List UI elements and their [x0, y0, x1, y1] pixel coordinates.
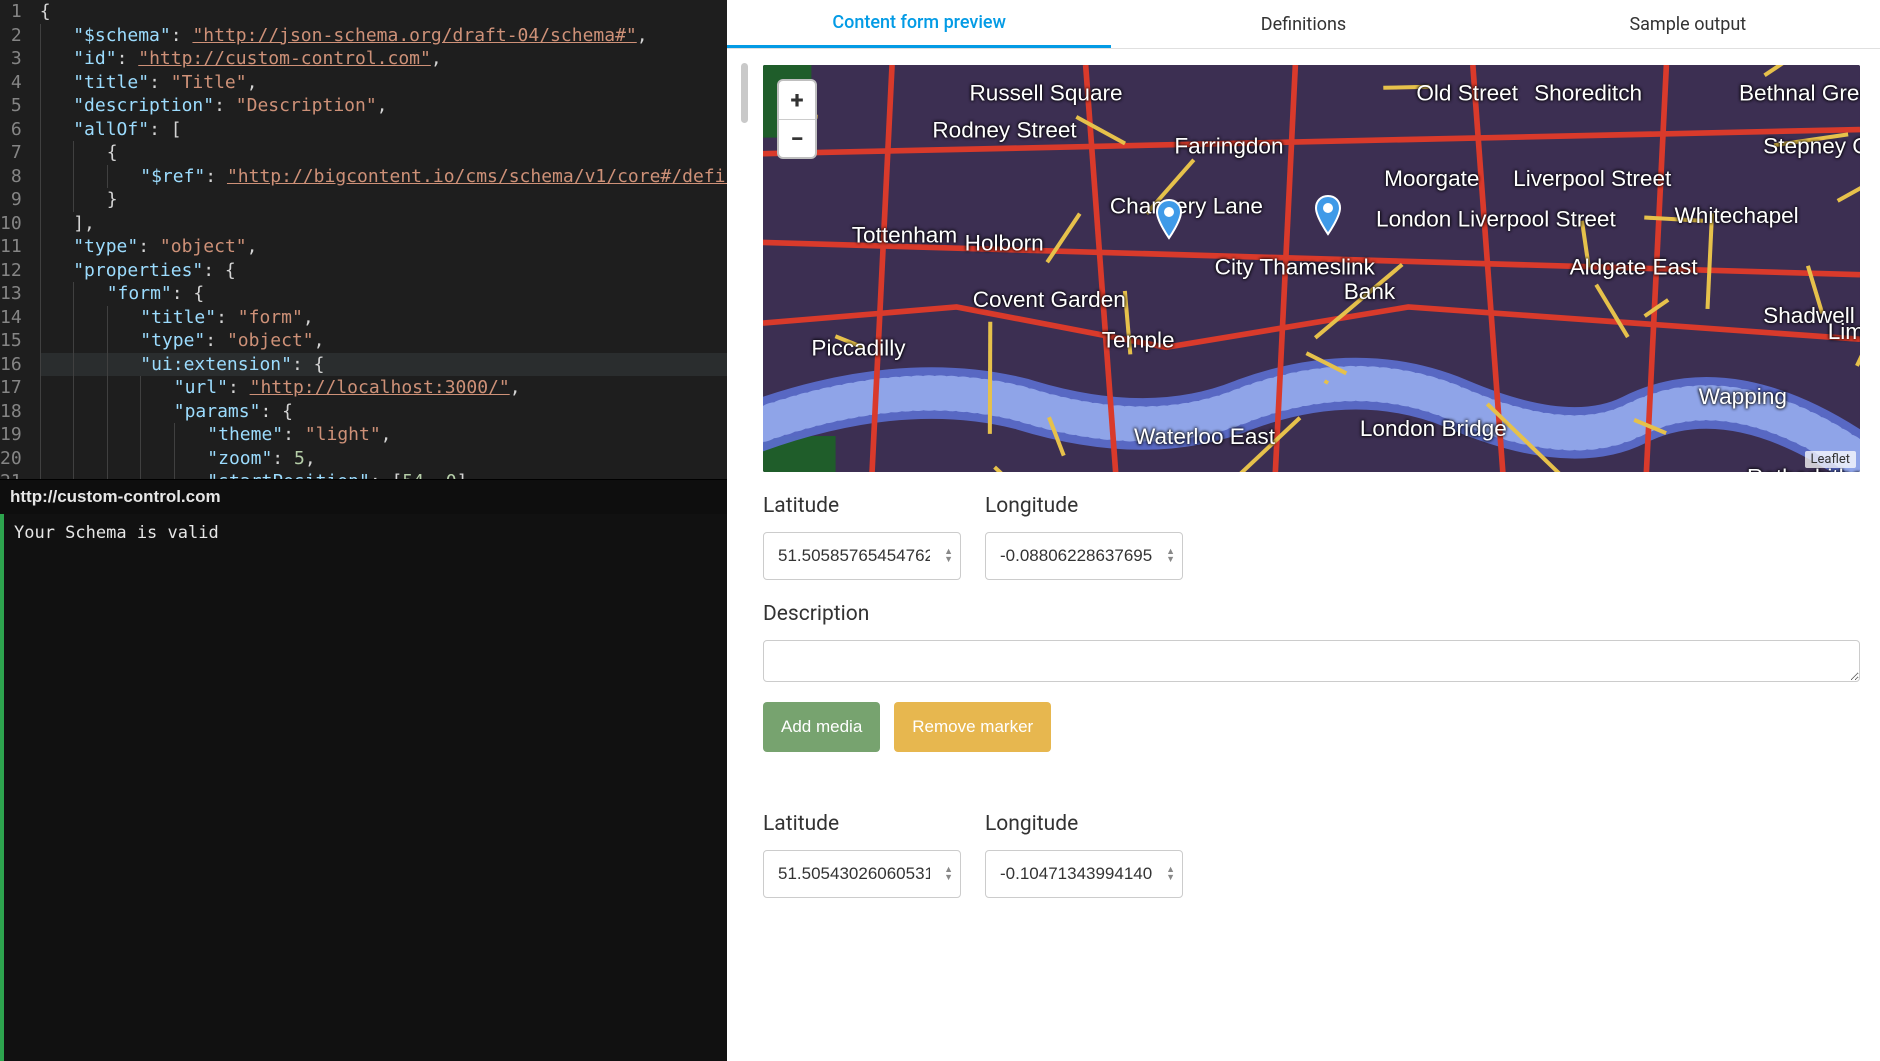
map-marker[interactable] [1313, 194, 1343, 236]
preview-pane: Content form preview Definitions Sample … [727, 0, 1880, 1061]
map-attribution: Leaflet [1805, 451, 1857, 468]
svg-text:Old Street: Old Street [1416, 80, 1518, 105]
svg-text:Shoreditch: Shoreditch [1534, 80, 1642, 105]
svg-text:Stepney Green: Stepney Green [1763, 134, 1860, 159]
svg-text:Chancery Lane: Chancery Lane [1110, 193, 1263, 218]
svg-text:Farringdon: Farringdon [1174, 134, 1283, 159]
preview-body: Holborn Russell Square Rodney Street Farrin… [727, 49, 1880, 1061]
svg-text:Aldgate East: Aldgate East [1570, 255, 1699, 280]
code-editor[interactable]: 1234567891011121314151617181920212223242… [0, 0, 727, 479]
longitude-input[interactable] [985, 850, 1183, 898]
latitude-label: Latitude [763, 494, 961, 518]
svg-text:London Bridge: London Bridge [1360, 416, 1507, 441]
svg-text:Whitechapel: Whitechapel [1674, 203, 1798, 228]
description-label: Description [763, 602, 1860, 626]
zoom-out-button[interactable]: − [779, 119, 815, 157]
longitude-input[interactable] [985, 532, 1183, 580]
svg-text:Temple: Temple [1102, 327, 1175, 352]
svg-text:Piccadilly: Piccadilly [811, 335, 906, 360]
svg-text:Covent Garden: Covent Garden [973, 287, 1126, 312]
tab-definitions[interactable]: Definitions [1111, 0, 1495, 48]
description-input[interactable] [763, 640, 1860, 682]
add-media-button[interactable]: Add media [763, 702, 880, 752]
longitude-label: Longitude [985, 494, 1183, 518]
svg-text:Wapping: Wapping [1699, 384, 1787, 409]
longitude-label: Longitude [985, 812, 1183, 836]
map-marker[interactable] [1154, 198, 1184, 240]
status-url: http://custom-control.com [0, 479, 727, 514]
zoom-in-button[interactable]: + [779, 81, 815, 119]
line-gutter: 1234567891011121314151617181920212223242… [0, 0, 40, 479]
svg-text:Moorgate: Moorgate [1384, 166, 1479, 191]
zoom-control: + − [777, 79, 817, 159]
svg-text:Tottenham: Tottenham [852, 222, 957, 247]
editor-pane: 1234567891011121314151617181920212223242… [0, 0, 727, 1061]
svg-text:Bank: Bank [1344, 279, 1396, 304]
code-content[interactable]: { "$schema": "http://json-schema.org/dra… [40, 0, 727, 479]
map[interactable]: Holborn Russell Square Rodney Street Farrin… [763, 65, 1860, 472]
svg-text:London Liverpool Street: London Liverpool Street [1376, 206, 1616, 231]
svg-text:Holborn: Holborn [965, 231, 1044, 256]
svg-text:City Thameslink: City Thameslink [1215, 255, 1376, 280]
svg-text:Liverpool Street: Liverpool Street [1513, 166, 1672, 191]
svg-text:Limehouse: Limehouse [1828, 319, 1860, 344]
tabs: Content form preview Definitions Sample … [727, 0, 1880, 49]
latitude-input[interactable] [763, 850, 961, 898]
latitude-label: Latitude [763, 812, 961, 836]
tab-sample-output[interactable]: Sample output [1496, 0, 1880, 48]
tab-content-preview[interactable]: Content form preview [727, 0, 1111, 48]
stepper-icon[interactable]: ▲▼ [944, 548, 953, 564]
stepper-icon[interactable]: ▲▼ [944, 866, 953, 882]
remove-marker-button[interactable]: Remove marker [894, 702, 1051, 752]
svg-text:Russell Square: Russell Square [969, 80, 1122, 105]
svg-text:Bethnal Green: Bethnal Green [1739, 80, 1860, 105]
status-valid: Your Schema is valid [0, 514, 727, 1061]
stepper-icon[interactable]: ▲▼ [1166, 548, 1175, 564]
svg-text:Rodney Street: Rodney Street [932, 118, 1077, 143]
stepper-icon[interactable]: ▲▼ [1166, 866, 1175, 882]
svg-text:Waterloo East: Waterloo East [1134, 424, 1276, 449]
map-canvas: Holborn Russell Square Rodney Street Farrin… [763, 65, 1860, 472]
latitude-input[interactable] [763, 532, 961, 580]
